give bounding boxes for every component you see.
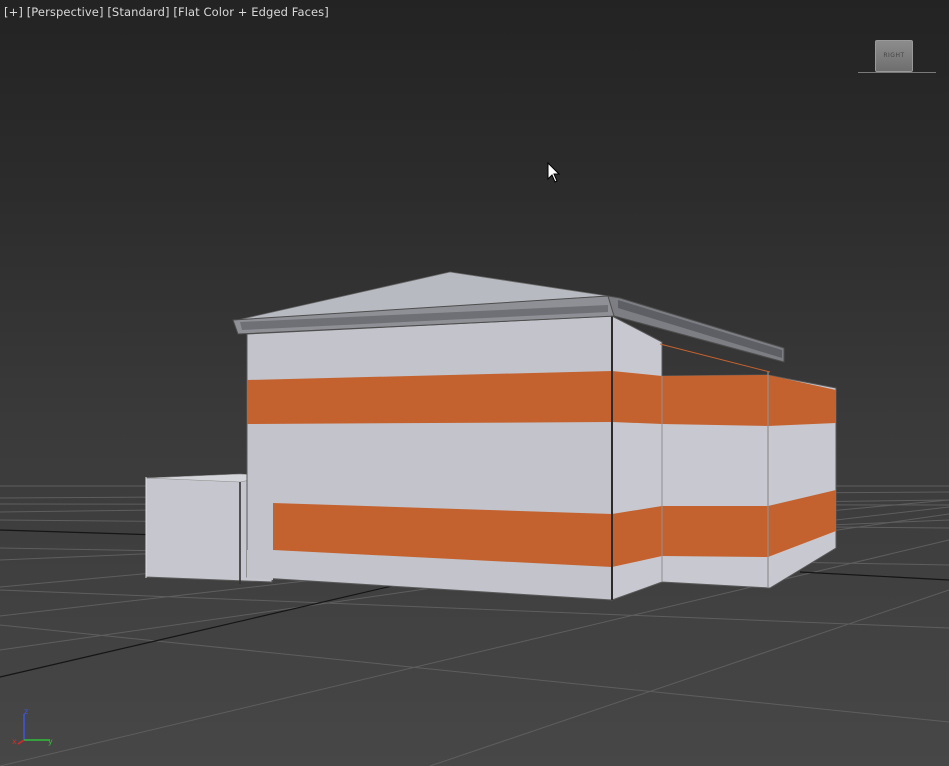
x-axis-line — [17, 739, 25, 745]
main-front-wall[interactable] — [246, 315, 613, 601]
axis-tripod-icon: z y x — [12, 707, 53, 746]
viewcube-face[interactable]: RIGHT — [875, 40, 913, 72]
z-axis-label: z — [24, 707, 28, 716]
perspective-viewport[interactable]: [+] [Perspective] [Standard] [Flat Color… — [0, 0, 949, 766]
y-axis-label: y — [48, 737, 53, 746]
x-axis-label: x — [12, 737, 17, 746]
viewcube[interactable]: RIGHT — [858, 36, 938, 78]
scene-3d[interactable] — [0, 0, 949, 766]
side-wall[interactable] — [611, 315, 837, 601]
viewcube-compass-ring[interactable] — [858, 69, 936, 73]
mouse-cursor-icon — [547, 162, 561, 183]
